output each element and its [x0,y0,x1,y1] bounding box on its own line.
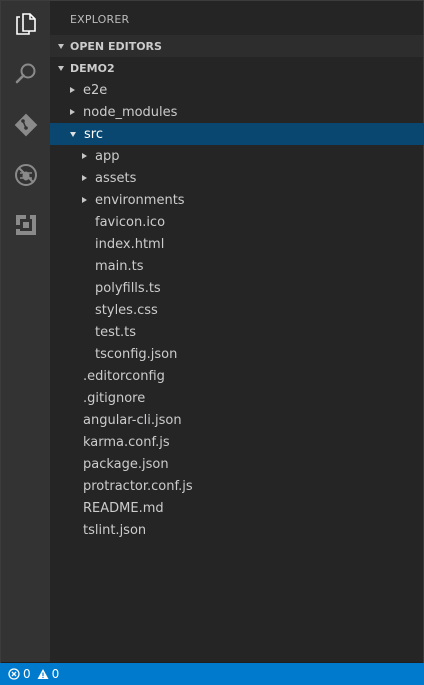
chevron-right-icon [82,197,87,203]
git-icon[interactable] [1,103,50,147]
folder-item[interactable]: environments [50,189,424,211]
tree-item-label: main.ts [95,258,144,274]
file-item[interactable]: karma.conf.js [50,431,424,453]
folder-item[interactable]: app [50,145,424,167]
file-item[interactable]: README.md [50,497,424,519]
file-item[interactable]: tsconfig.json [50,343,424,365]
project-label: DEMO2 [70,61,115,75]
chevron-right-icon [82,175,87,181]
tree-item-label: node_modules [83,104,178,120]
folder-item[interactable]: assets [50,167,424,189]
tree-item-label: protractor.conf.js [83,478,193,494]
tree-item-label: README.md [83,500,164,516]
tree-item-label: karma.conf.js [83,434,170,450]
explorer-sidebar: EXPLORER OPEN EDITORS DEMO2 e2e node_modu… [50,1,424,662]
file-item[interactable]: .editorconfig [50,365,424,387]
file-item[interactable]: index.html [50,233,424,255]
tree-item-label: .editorconfig [83,368,165,384]
tree-item-label: assets [95,170,137,186]
file-item[interactable]: angular-cli.json [50,409,424,431]
file-item[interactable]: polyfills.ts [50,277,424,299]
folder-item[interactable]: e2e [50,79,424,101]
file-item[interactable]: package.json [50,453,424,475]
chevron-right-icon [70,87,75,93]
file-item[interactable]: .gitignore [50,387,424,409]
file-item[interactable]: main.ts [50,255,424,277]
tree-item-label: src [84,126,103,142]
file-item[interactable]: protractor.conf.js [50,475,424,497]
tree-item-label: package.json [83,456,169,472]
warning-icon [37,669,49,679]
tree-item-label: environments [95,192,185,208]
warning-count: 0 [51,667,60,681]
search-icon[interactable] [1,52,50,96]
debug-icon[interactable] [1,153,50,197]
chevron-right-icon [82,153,87,159]
tree-item-label: styles.css [95,302,158,318]
file-item[interactable]: styles.css [50,299,424,321]
tree-item-label: angular-cli.json [83,412,182,428]
extensions-icon[interactable] [1,203,50,247]
tree-item-label: .gitignore [83,390,146,406]
problems-indicator[interactable]: 0 0 [8,667,65,681]
open-editors-section-header[interactable]: OPEN EDITORS [50,35,423,57]
file-item[interactable]: favicon.ico [50,211,424,233]
sidebar-title: EXPLORER [70,13,130,26]
tree-item-label: app [95,148,120,164]
chevron-down-icon [70,131,76,137]
chevron-right-icon [70,109,75,115]
chevron-down-icon [58,65,64,71]
chevron-down-icon [58,43,64,49]
tree-item-label: polyfills.ts [95,280,161,296]
error-count: 0 [23,667,31,681]
error-icon [8,668,20,680]
folder-item[interactable]: src [50,123,424,145]
tree-item-label: index.html [95,236,165,252]
tree-item-label: tsconfig.json [95,346,178,362]
explorer-icon[interactable] [1,2,50,46]
tree-item-label: favicon.ico [95,214,166,230]
file-item[interactable]: test.ts [50,321,424,343]
tree-item-label: e2e [83,82,108,98]
open-editors-label: OPEN EDITORS [70,39,162,53]
project-section-header[interactable]: DEMO2 [50,57,423,79]
status-bar: 0 0 [0,663,424,685]
activity-bar [1,1,50,662]
file-item[interactable]: tslint.json [50,519,424,541]
tree-item-label: tslint.json [83,522,147,538]
folder-item[interactable]: node_modules [50,101,424,123]
tree-item-label: test.ts [95,324,136,340]
